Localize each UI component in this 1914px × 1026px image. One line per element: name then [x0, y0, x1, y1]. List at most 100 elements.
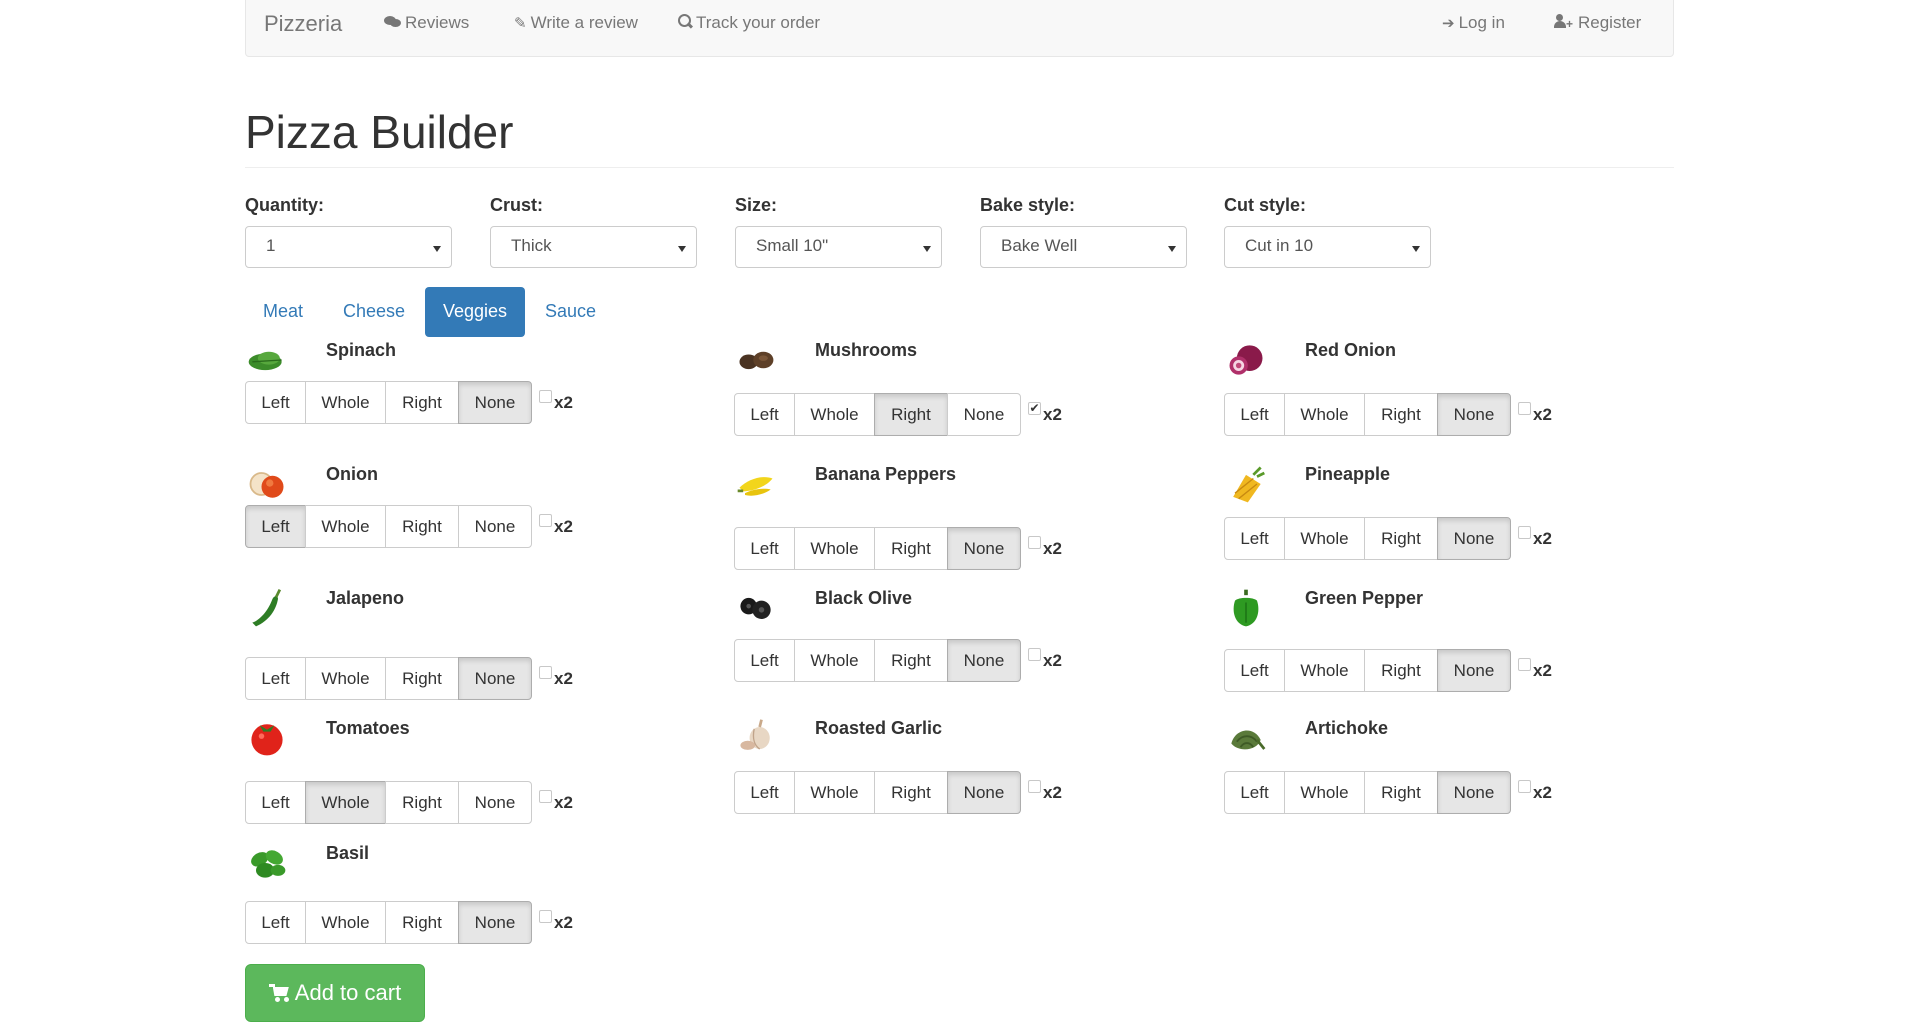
double-checkbox[interactable]: [1518, 526, 1531, 539]
tab-meat[interactable]: Meat: [245, 287, 321, 337]
placement-whole-button[interactable]: Whole: [1284, 649, 1365, 692]
placement-left-button[interactable]: Left: [245, 505, 306, 548]
double-checkbox[interactable]: [539, 910, 552, 923]
add-to-cart-button[interactable]: Add to cart: [245, 964, 425, 1022]
placement-whole-button[interactable]: Whole: [1284, 771, 1365, 814]
double-checkbox[interactable]: [539, 790, 552, 803]
double-checkbox[interactable]: [1518, 780, 1531, 793]
placement-left-button[interactable]: Left: [245, 657, 306, 700]
double-portion-option[interactable]: x2: [539, 663, 573, 689]
placement-left-button[interactable]: Left: [734, 771, 795, 814]
double-portion-option[interactable]: x2: [1028, 777, 1062, 803]
quantity-select[interactable]: 1: [245, 226, 452, 268]
tab-veggies[interactable]: Veggies: [425, 287, 526, 337]
placement-right-button[interactable]: Right: [385, 901, 459, 944]
double-portion-option[interactable]: x2: [1518, 777, 1552, 803]
double-portion-option[interactable]: x2: [539, 511, 573, 537]
caret-down-icon: [433, 246, 441, 252]
placement-right-button[interactable]: Right: [1364, 517, 1438, 560]
register-link[interactable]: + Register: [1554, 13, 1641, 33]
double-checkbox[interactable]: [1028, 780, 1041, 793]
placement-whole-button[interactable]: Whole: [305, 505, 386, 548]
placement-whole-button[interactable]: Whole: [305, 657, 386, 700]
placement-right-button[interactable]: Right: [385, 781, 459, 824]
double-checkbox[interactable]: [539, 514, 552, 527]
placement-whole-button[interactable]: Whole: [305, 901, 386, 944]
placement-left-button[interactable]: Left: [245, 381, 306, 424]
placement-none-button[interactable]: None: [1437, 393, 1511, 436]
placement-none-button[interactable]: None: [1437, 517, 1511, 560]
placement-whole-button[interactable]: Whole: [305, 381, 386, 424]
placement-right-button[interactable]: Right: [874, 527, 948, 570]
placement-right-button[interactable]: Right: [874, 639, 948, 682]
placement-whole-button[interactable]: Whole: [1284, 517, 1365, 560]
double-checkbox[interactable]: [539, 390, 552, 403]
topping-name: Mushrooms: [815, 340, 918, 360]
double-checkbox[interactable]: [1518, 658, 1531, 671]
tab-cheese[interactable]: Cheese: [325, 287, 423, 337]
placement-whole-button[interactable]: Whole: [794, 771, 875, 814]
double-portion-option[interactable]: x2: [1028, 533, 1062, 559]
placement-whole-button[interactable]: Whole: [1284, 393, 1365, 436]
placement-whole-button[interactable]: Whole: [305, 781, 386, 824]
double-portion-option[interactable]: ✔ x2: [1028, 399, 1062, 425]
placement-right-button[interactable]: Right: [385, 381, 459, 424]
double-checkbox[interactable]: [1028, 536, 1041, 549]
placement-right-button[interactable]: Right: [1364, 771, 1438, 814]
placement-left-button[interactable]: Left: [1224, 771, 1285, 814]
double-checkbox[interactable]: [1028, 648, 1041, 661]
placement-right-button[interactable]: Right: [1364, 393, 1438, 436]
placement-none-button[interactable]: None: [947, 771, 1021, 814]
placement-none-button[interactable]: None: [1437, 771, 1511, 814]
bake-style-select[interactable]: Bake Well: [980, 226, 1187, 268]
placement-none-button[interactable]: None: [947, 527, 1021, 570]
reviews-link[interactable]: Reviews: [384, 13, 469, 33]
double-portion-option[interactable]: x2: [539, 907, 573, 933]
placement-right-button[interactable]: Right: [385, 505, 459, 548]
cut-style-select[interactable]: Cut in 10: [1224, 226, 1431, 268]
crust-select[interactable]: Thick: [490, 226, 697, 268]
double-checkbox[interactable]: [1518, 402, 1531, 415]
placement-none-button[interactable]: None: [458, 505, 532, 548]
placement-whole-button[interactable]: Whole: [794, 393, 875, 436]
placement-none-button[interactable]: None: [947, 393, 1021, 436]
placement-left-button[interactable]: Left: [1224, 517, 1285, 560]
double-label: x2: [1043, 783, 1062, 802]
double-portion-option[interactable]: x2: [539, 387, 573, 413]
brand-link[interactable]: Pizzeria: [264, 11, 342, 37]
double-portion-option[interactable]: x2: [539, 787, 573, 813]
placement-none-button[interactable]: None: [1437, 649, 1511, 692]
placement-none-button[interactable]: None: [458, 381, 532, 424]
placement-left-button[interactable]: Left: [1224, 649, 1285, 692]
login-label: Log in: [1458, 13, 1505, 32]
placement-left-button[interactable]: Left: [734, 393, 795, 436]
double-portion-option[interactable]: x2: [1518, 523, 1552, 549]
placement-none-button[interactable]: None: [458, 657, 532, 700]
placement-none-button[interactable]: None: [458, 781, 532, 824]
tab-sauce[interactable]: Sauce: [527, 287, 614, 337]
placement-whole-button[interactable]: Whole: [794, 527, 875, 570]
placement-right-button[interactable]: Right: [874, 771, 948, 814]
double-portion-option[interactable]: x2: [1028, 645, 1062, 671]
login-link[interactable]: ➔ Log in: [1442, 13, 1505, 33]
placement-whole-button[interactable]: Whole: [794, 639, 875, 682]
placement-left-button[interactable]: Left: [734, 639, 795, 682]
double-checkbox[interactable]: ✔: [1028, 402, 1041, 415]
placement-right-button[interactable]: Right: [1364, 649, 1438, 692]
placement-right-button[interactable]: Right: [874, 393, 948, 436]
placement-none-button[interactable]: None: [458, 901, 532, 944]
double-portion-option[interactable]: x2: [1518, 655, 1552, 681]
placement-left-button[interactable]: Left: [734, 527, 795, 570]
placement-none-button[interactable]: None: [947, 639, 1021, 682]
placement-right-button[interactable]: Right: [385, 657, 459, 700]
placement-left-button[interactable]: Left: [245, 901, 306, 944]
size-select[interactable]: Small 10": [735, 226, 942, 268]
placement-left-button[interactable]: Left: [1224, 393, 1285, 436]
placement-left-button[interactable]: Left: [245, 781, 306, 824]
double-checkbox[interactable]: [539, 666, 552, 679]
double-label: x2: [554, 517, 573, 536]
track-order-link[interactable]: Track your order: [678, 13, 820, 33]
write-review-link[interactable]: ✎ Write a review: [514, 13, 638, 33]
placement-button-group: Left Whole Right None: [734, 393, 1021, 436]
double-portion-option[interactable]: x2: [1518, 399, 1552, 425]
